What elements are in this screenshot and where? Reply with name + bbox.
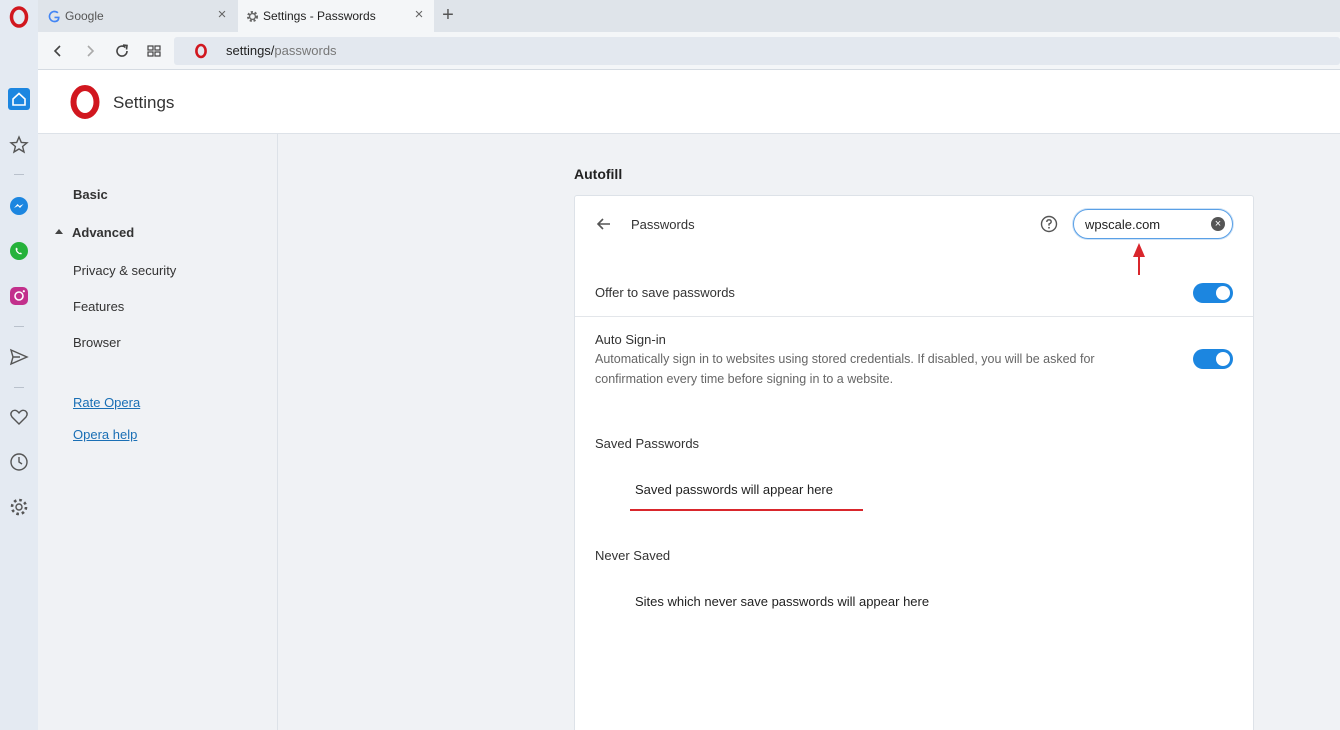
opera-sidebar — [0, 0, 38, 730]
google-icon — [47, 9, 61, 23]
sidebar-separator — [14, 174, 24, 175]
close-tab-icon[interactable]: × — [215, 7, 229, 22]
sidebar-separator — [14, 326, 24, 327]
card-title: Passwords — [631, 217, 695, 232]
tab-title: Settings - Passwords — [263, 9, 376, 23]
url-host: settings/ — [226, 43, 275, 58]
offer-save-label: Offer to save passwords — [595, 285, 735, 300]
settings-header: Settings — [38, 70, 1340, 134]
nav-privacy-security[interactable]: Privacy & security — [73, 263, 176, 278]
auto-signin-label: Auto Sign-in — [595, 332, 666, 347]
tabs-grid-icon[interactable] — [144, 41, 164, 61]
home-icon[interactable] — [8, 88, 30, 110]
never-saved-heading: Never Saved — [595, 548, 671, 563]
rate-opera-link[interactable]: Rate Opera — [73, 395, 140, 410]
forward-icon[interactable] — [80, 41, 100, 61]
whatsapp-icon[interactable] — [8, 240, 30, 262]
annotation-underline — [630, 509, 863, 511]
annotation-arrow-icon — [1133, 243, 1145, 275]
opera-logo-icon — [68, 85, 102, 124]
settings-gear-icon[interactable] — [8, 496, 30, 518]
instagram-icon[interactable] — [8, 285, 30, 307]
reload-icon[interactable] — [112, 41, 132, 61]
close-tab-icon[interactable]: × — [412, 7, 426, 22]
gear-icon — [245, 9, 259, 23]
toggle-knob — [1216, 352, 1230, 366]
sidebar-separator — [14, 387, 24, 388]
nav-basic[interactable]: Basic — [73, 187, 108, 202]
nav-features[interactable]: Features — [73, 299, 124, 314]
opera-page-icon — [194, 43, 208, 64]
passwords-card: Passwords × Offer to save passwords Auto… — [574, 195, 1254, 730]
nav-advanced[interactable]: Advanced — [72, 225, 134, 240]
url-text: settings/passwords — [226, 43, 337, 58]
tab-google[interactable]: Google × — [38, 0, 237, 32]
clear-search-icon[interactable]: × — [1211, 217, 1225, 231]
toggle-knob — [1216, 286, 1230, 300]
password-search-field[interactable]: × — [1073, 209, 1233, 239]
never-saved-empty-text: Sites which never save passwords will ap… — [635, 594, 930, 609]
settings-nav: Basic Advanced Privacy & security Featur… — [38, 134, 278, 730]
offer-save-toggle[interactable] — [1193, 283, 1233, 303]
collapse-caret-icon[interactable] — [55, 229, 63, 234]
tab-strip: Google × Settings - Passwords × + — [38, 0, 1340, 32]
url-path: passwords — [274, 43, 337, 58]
address-bar-row: settings/passwords — [38, 32, 1340, 70]
history-clock-icon[interactable] — [8, 451, 30, 473]
url-field[interactable]: settings/passwords — [174, 37, 1340, 65]
section-heading: Autofill — [574, 166, 623, 182]
settings-main: Autofill Passwords × Offer to save passw… — [279, 134, 1340, 730]
tab-title: Google — [65, 9, 104, 23]
auto-signin-description: Automatically sign in to websites using … — [595, 352, 1095, 386]
bookmarks-star-icon[interactable] — [8, 134, 30, 156]
opera-help-link[interactable]: Opera help — [73, 427, 137, 442]
saved-passwords-empty-text: Saved passwords will appear here — [635, 482, 833, 497]
back-icon[interactable] — [48, 41, 68, 61]
messenger-icon[interactable] — [8, 195, 30, 217]
divider — [575, 316, 1253, 317]
send-arrow-icon[interactable] — [8, 346, 30, 368]
nav-browser[interactable]: Browser — [73, 335, 121, 350]
opera-menu-icon[interactable] — [8, 6, 30, 28]
password-search-input[interactable] — [1085, 216, 1205, 233]
new-tab-button[interactable]: + — [438, 4, 458, 27]
tab-settings-passwords[interactable]: Settings - Passwords × — [238, 0, 434, 32]
auto-signin-toggle[interactable] — [1193, 349, 1233, 369]
page-title: Settings — [113, 93, 175, 112]
heart-icon[interactable] — [8, 406, 30, 428]
help-question-icon[interactable] — [1040, 215, 1058, 233]
saved-passwords-heading: Saved Passwords — [595, 436, 700, 451]
back-arrow-icon[interactable] — [595, 215, 613, 233]
